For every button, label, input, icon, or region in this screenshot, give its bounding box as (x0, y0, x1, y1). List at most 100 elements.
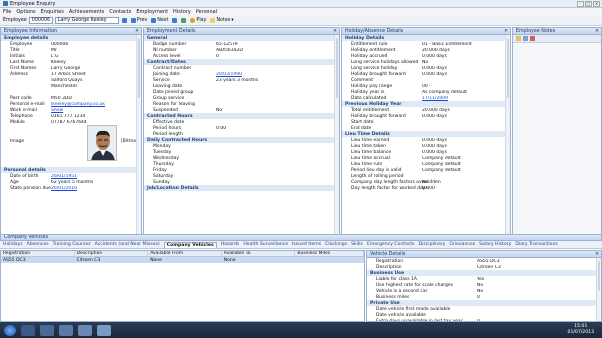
employee-name-field[interactable]: Larry George Keeley (54, 17, 119, 24)
minimize-button[interactable]: – (577, 0, 584, 7)
field-value: No (422, 179, 429, 185)
next-button[interactable]: Next (150, 18, 169, 23)
menu-enquiries[interactable]: Enquiries (41, 9, 64, 15)
field-label: Holiday entitlement (351, 47, 396, 53)
field-label: Work e-mail (10, 107, 37, 113)
field-label: Mobile (10, 119, 25, 125)
table-row[interactable]: AS55 DC3 Citroen C3 None None (1, 257, 364, 263)
tab-issued-items[interactable]: Issued Items (292, 242, 321, 247)
menu-achievements[interactable]: Achievements (69, 9, 104, 15)
employee-code-select[interactable]: 000006 (28, 17, 53, 24)
field-label: State pension due (10, 185, 51, 191)
column-header[interactable]: Registration (1, 251, 75, 256)
field-label: Access level (153, 53, 181, 59)
field-value[interactable]: lkeeley@company.co.uk (51, 102, 141, 107)
close-button[interactable]: ✕ (593, 0, 600, 7)
play-button[interactable]: Play (189, 18, 207, 23)
field-value: 0:00 (216, 125, 227, 131)
first-button[interactable] (121, 18, 128, 23)
notes-button[interactable]: Notes ▾ (209, 18, 234, 23)
tab-company-vehicles[interactable]: Company Vehicles (163, 241, 217, 248)
detail-row: Initials L G (1, 53, 141, 59)
detail-row: Post code M50 3DD (1, 95, 141, 101)
tab-disciplinary[interactable]: Disciplinary (419, 242, 446, 247)
menu-employment[interactable]: Employment (136, 9, 168, 15)
field-value[interactable]: 26/01/2016 (51, 186, 141, 191)
close-icon[interactable]: ✕ (333, 29, 337, 34)
column-header[interactable]: Available To (222, 251, 296, 256)
tab-hazards[interactable]: Hazards (221, 242, 240, 247)
close-icon[interactable]: ✕ (504, 29, 508, 34)
detail-row: Lieu time accrual Company default (342, 155, 510, 161)
scrollbar[interactable] (334, 35, 339, 239)
panel-title: Holiday/Absence Details (345, 28, 404, 34)
browser-icon[interactable] (40, 324, 54, 336)
close-icon[interactable]: ✕ (595, 252, 599, 257)
close-icon[interactable]: ✕ (135, 29, 139, 34)
field-label: Period hours (153, 125, 182, 131)
tab-salary-history[interactable]: Salary History (479, 242, 511, 247)
tab-diary-transactions[interactable]: Diary Transactions (515, 242, 557, 247)
scrollbar[interactable] (136, 35, 141, 239)
field-value[interactable]: 26/01/1951 (51, 174, 141, 179)
menu-file[interactable]: File (3, 9, 11, 15)
tab-emergency-contacts[interactable]: Emergency Contacts (367, 242, 415, 247)
menu-options[interactable]: Options (16, 9, 35, 15)
tab-holidays[interactable]: Holidays (3, 242, 23, 247)
field-value: 0 (477, 294, 480, 300)
app-icon[interactable] (97, 324, 111, 336)
field-value: 0.000 days (422, 143, 447, 149)
tab-accidents-and-near-misses[interactable]: Accidents (and Near Misses) (95, 242, 160, 247)
prev-button[interactable]: Prev (130, 18, 148, 23)
edit-note-icon[interactable] (523, 36, 528, 41)
field-label: Lieu time rule (351, 161, 383, 167)
employee-details-list: Employee 000006 Title Mr Initials L G Last Nam… (1, 41, 141, 125)
refresh-button[interactable] (180, 18, 187, 23)
field-label: Contract number (153, 65, 192, 71)
field-label: Holiday pay range (351, 83, 393, 89)
menu-personal[interactable]: Personal (196, 9, 217, 15)
field-value: No (477, 288, 484, 294)
field-value[interactable]: Show (51, 108, 141, 113)
column-header[interactable]: Description (75, 251, 149, 256)
field-label: Suspended (153, 107, 179, 113)
close-icon[interactable]: ✕ (595, 29, 599, 34)
employee-photo (87, 125, 117, 161)
field-value[interactable]: 17/11/2009 (422, 96, 510, 101)
tab-health-surveillance[interactable]: Health Surveillance (243, 242, 288, 247)
detail-row: Period lieu day is valid Company default (342, 167, 510, 173)
app-icon[interactable] (59, 324, 73, 336)
field-label: Date of birth (10, 173, 39, 179)
tab-clockings[interactable]: Clockings (325, 242, 347, 247)
last-button[interactable] (171, 18, 178, 23)
scrollbar-thumb[interactable] (507, 38, 509, 98)
field-label: Thursday (153, 161, 174, 167)
panel-title: Employee Notes (516, 28, 556, 34)
holiday-details-list: Holiday Details Entitlement rule 01 - Basi… (342, 35, 510, 191)
column-header[interactable]: Available From (148, 251, 222, 256)
field-value[interactable]: 20/03/1990 (216, 72, 339, 77)
scrollbar[interactable] (596, 258, 601, 321)
new-note-icon[interactable] (516, 36, 521, 41)
scrollbar-thumb[interactable] (598, 261, 600, 291)
first-icon (121, 18, 127, 23)
detail-row: Access level 0 (144, 53, 339, 59)
scrollbar[interactable] (505, 35, 510, 239)
tab-grievances[interactable]: Grievances (449, 242, 475, 247)
menu-contacts[interactable]: Contacts (109, 9, 131, 15)
table-cell: Citroen C3 (76, 257, 101, 263)
menu-history[interactable]: History (173, 9, 191, 15)
column-header[interactable]: Business Miles (295, 251, 364, 256)
tab-skills[interactable]: Skills (351, 242, 363, 247)
explorer-icon[interactable] (21, 324, 35, 336)
field-label: Total entitlement (351, 107, 390, 113)
tab-training-courses[interactable]: Training Courses (53, 242, 91, 247)
delete-note-icon[interactable] (530, 36, 535, 41)
maximize-button[interactable]: □ (585, 0, 592, 7)
system-clock[interactable]: 15:01 01/07/2013 (568, 324, 602, 336)
tab-absences[interactable]: Absences (27, 242, 49, 247)
start-button[interactable] (4, 324, 16, 336)
app-icon[interactable] (78, 324, 92, 336)
scrollbar-thumb[interactable] (138, 38, 140, 98)
scrollbar-thumb[interactable] (336, 38, 338, 98)
